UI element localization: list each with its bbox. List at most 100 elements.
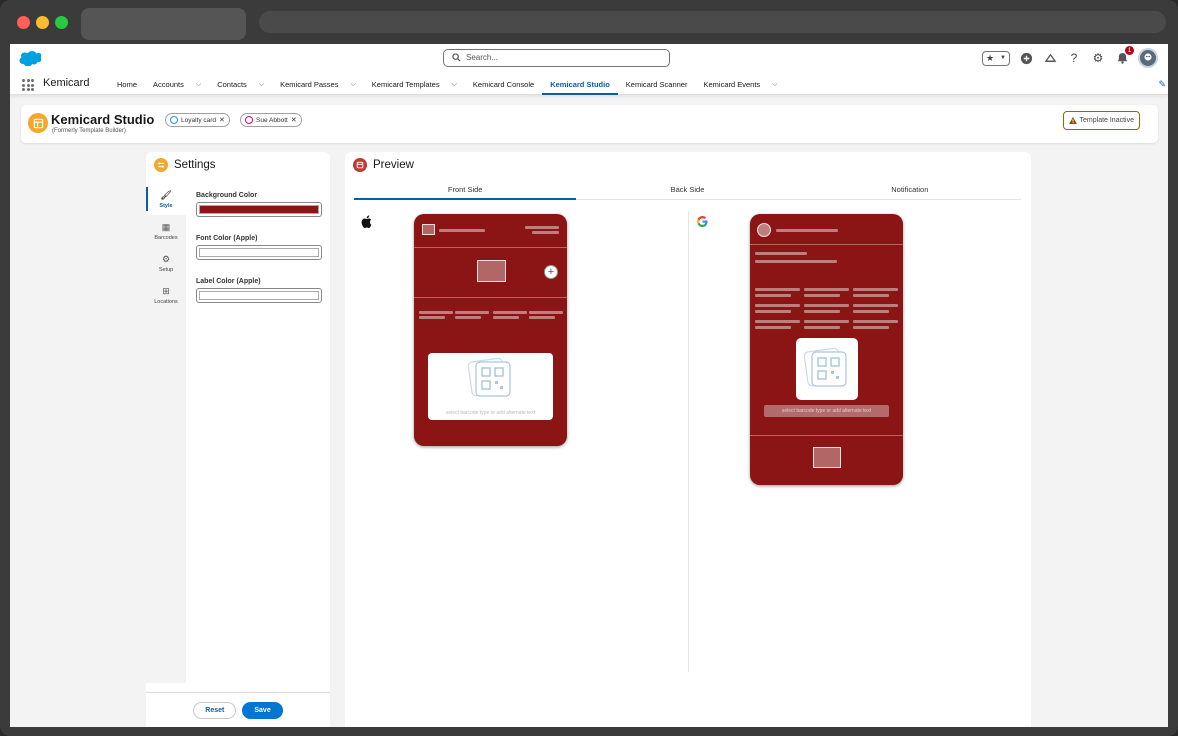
tab-label: Style [159, 202, 173, 209]
chevron-down-icon[interactable]: ⌵ [196, 81, 201, 89]
nav-item-contacts[interactable]: Contacts ⌵ [209, 74, 272, 95]
font-color-picker[interactable] [196, 245, 322, 260]
placeholder-bar [853, 310, 889, 313]
hero-image-placeholder-icon[interactable] [813, 447, 841, 468]
nav-item-accounts[interactable]: Accounts ⌵ [145, 74, 209, 95]
tab-notification[interactable]: Notification [799, 180, 1021, 199]
tab-back-side[interactable]: Back Side [576, 180, 798, 199]
tab-barcodes[interactable]: ▦ Barcodes [146, 215, 186, 247]
nav-item-kemicard-console[interactable]: Kemicard Console [465, 74, 542, 95]
global-search-input[interactable]: Search... [443, 49, 670, 67]
logo-image-placeholder-icon[interactable] [422, 224, 435, 235]
reset-button[interactable]: Reset [193, 701, 237, 719]
edit-nav-icon[interactable]: ✎ [1158, 79, 1166, 90]
tab-locations[interactable]: ⊞ Locations [146, 279, 186, 311]
app-launcher-icon[interactable] [22, 79, 34, 91]
address-bar[interactable] [259, 11, 1166, 33]
placeholder-bar [853, 288, 898, 291]
settings-title: Settings [174, 159, 216, 171]
template-pill-loyalty-card[interactable]: Loyalty card ✕ [165, 113, 230, 127]
contact-pill-sue-abbott[interactable]: Sue Abbott ✕ [240, 113, 302, 127]
user-avatar[interactable] [1138, 48, 1158, 68]
app-name: Kemicard [43, 77, 90, 89]
google-barcode-area[interactable] [796, 338, 858, 400]
remove-pill-close-icon[interactable]: ✕ [291, 116, 297, 124]
apple-barcode-area[interactable]: select barcode type or add alternate tex… [428, 353, 553, 420]
divider [750, 435, 903, 436]
nav-item-kemicard-templates[interactable]: Kemicard Templates ⌵ [364, 74, 465, 95]
google-barcode-hint: select barcode type or add alternate tex… [764, 405, 889, 417]
save-button[interactable]: Save [242, 701, 283, 719]
placeholder-bar [755, 310, 791, 313]
global-actions-button[interactable] [1018, 50, 1034, 66]
tab-setup[interactable]: ⚙ Setup [146, 247, 186, 279]
placeholder-bar [419, 311, 453, 314]
apple-wallet-card-preview[interactable]: + select barcode type or add alternate t… [414, 214, 567, 446]
remove-pill-close-icon[interactable]: ✕ [219, 116, 225, 124]
browser-tab[interactable] [81, 8, 246, 40]
placeholder-bar [493, 316, 519, 319]
tab-front-side[interactable]: Front Side [354, 180, 577, 200]
label-color-picker[interactable] [196, 288, 322, 303]
template-status-badge[interactable]: Template Inactive [1062, 111, 1140, 130]
minimize-window-button[interactable] [36, 16, 49, 29]
help-button[interactable]: ? [1066, 50, 1082, 66]
placeholder-bar [804, 310, 840, 313]
settings-sliders-icon [154, 158, 168, 172]
divider [414, 247, 567, 248]
nav-item-label: Home [117, 80, 138, 89]
strip-image-placeholder-icon[interactable] [477, 260, 506, 282]
placeholder-bar [853, 320, 898, 323]
plus-circle-icon [1020, 52, 1032, 64]
chevron-down-icon[interactable]: ⌵ [259, 81, 264, 89]
status-text: Template Inactive [1079, 117, 1134, 124]
warning-icon [1068, 117, 1077, 124]
star-icon: ★ [985, 52, 995, 63]
placeholder-bar [755, 326, 791, 329]
notifications-button[interactable]: 1 [1114, 46, 1134, 66]
placeholder-bar [853, 304, 898, 307]
placeholder-bar [804, 288, 849, 291]
google-wallet-card-preview[interactable]: select barcode type or add alternate tex… [750, 214, 903, 485]
salesforce-logo-icon[interactable] [19, 50, 41, 66]
background-color-picker[interactable] [196, 202, 322, 217]
loyalty-card-icon [170, 116, 178, 124]
close-window-button[interactable] [17, 16, 30, 29]
nav-item-label: Kemicard Passes [280, 80, 339, 89]
add-field-plus-icon[interactable]: + [544, 265, 558, 279]
tab-style[interactable]: 🖌 Style [146, 183, 186, 215]
barcode-icon: ▦ [161, 221, 171, 232]
nav-item-label: Kemicard Events [703, 80, 761, 89]
trailhead-button[interactable] [1042, 50, 1058, 66]
browser-window: Search... ★ ▼ ? ⚙ 1 Kemicard Home Accoun… [0, 0, 1178, 736]
setup-button[interactable]: ⚙ [1090, 50, 1106, 66]
favorites-button[interactable]: ★ ▼ [982, 50, 1010, 66]
header-actions: ★ ▼ ? ⚙ 1 [982, 46, 1158, 68]
chevron-down-icon[interactable]: ⌵ [452, 81, 457, 89]
astro-avatar-icon [1144, 53, 1152, 61]
page-subtitle: (Formerly Template Builder) [52, 128, 126, 134]
placeholder-bar [455, 316, 481, 319]
placeholder-bar [755, 260, 837, 263]
nav-item-kemicard-events[interactable]: Kemicard Events ⌵ [695, 74, 785, 95]
chevron-down-icon[interactable]: ⌵ [350, 81, 355, 89]
logo-circle-placeholder-icon[interactable] [757, 223, 771, 237]
nav-item-kemicard-scanner[interactable]: Kemicard Scanner [618, 74, 696, 95]
preview-panel: Preview Front Side Back Side Notificatio… [345, 152, 1031, 727]
tab-label: Setup [158, 266, 174, 273]
font-color-swatch [199, 248, 319, 257]
placeholder-bar [493, 311, 527, 314]
map-icon: ⊞ [162, 285, 170, 296]
nav-item-kemicard-studio[interactable]: Kemicard Studio [542, 74, 618, 95]
settings-vertical-tabs: 🖌 Style ▦ Barcodes ⚙ Setup ⊞ Locations [146, 183, 186, 683]
placeholder-bar [804, 294, 840, 297]
studio-icon [28, 113, 48, 133]
chevron-down-icon[interactable]: ⌵ [772, 81, 777, 89]
app-navigation-bar: Kemicard Home Accounts ⌵ Contacts ⌵ Kemicard … [10, 74, 1168, 95]
nav-item-home[interactable]: Home [109, 74, 145, 95]
nav-item-kemicard-passes[interactable]: Kemicard Passes ⌵ [272, 74, 364, 95]
label-color-label: Label Color (Apple) [196, 278, 261, 285]
maximize-window-button[interactable] [55, 16, 68, 29]
placeholder-bar [776, 229, 838, 232]
page-title: Kemicard Studio [51, 112, 155, 127]
